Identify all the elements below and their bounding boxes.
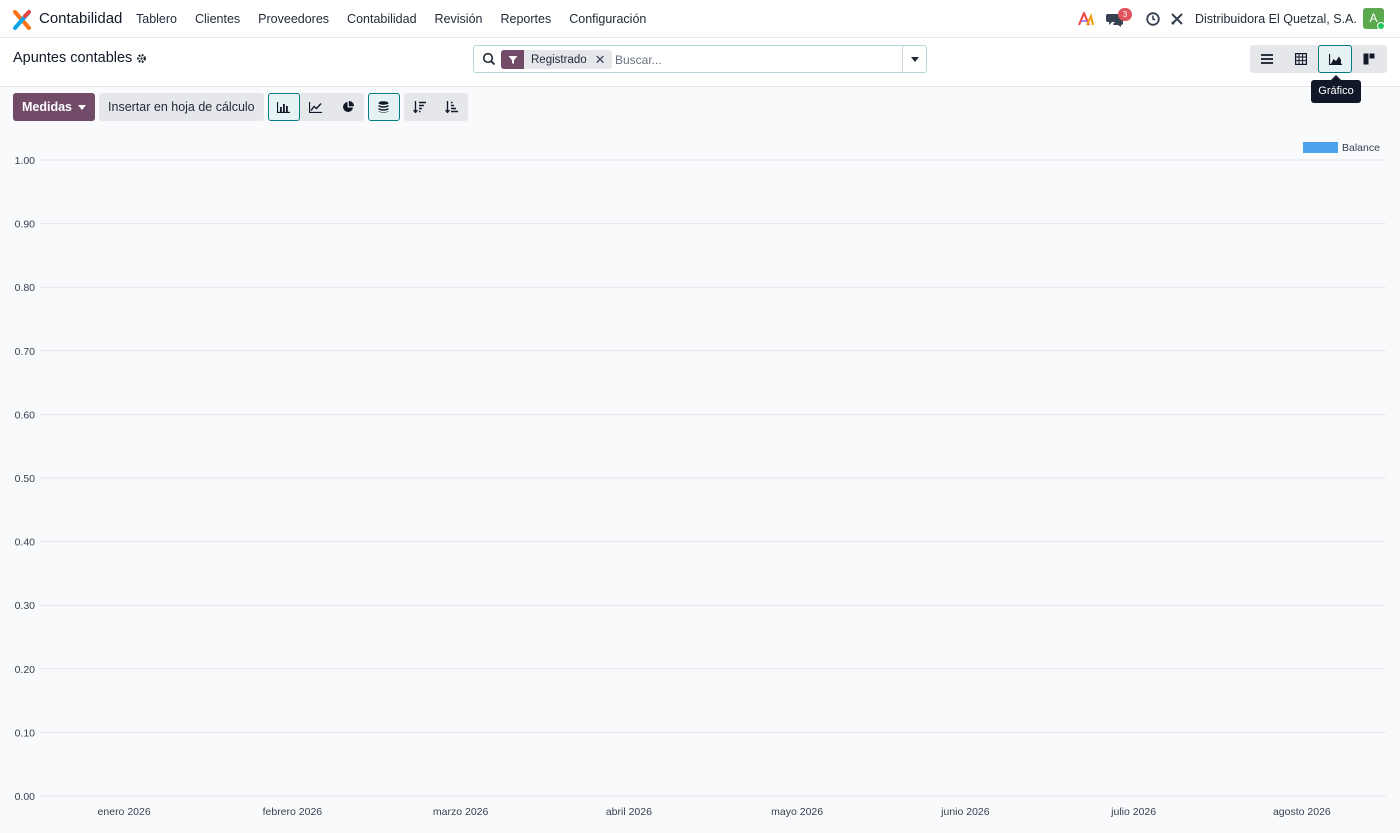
app-name[interactable]: Contabilidad bbox=[39, 10, 122, 27]
search-icon[interactable] bbox=[482, 52, 496, 66]
messages-badge: 3 bbox=[1118, 8, 1132, 21]
menu-item-tablero[interactable]: Tablero bbox=[136, 12, 177, 26]
kanban-view-button[interactable] bbox=[1352, 45, 1386, 73]
line-chart-button[interactable] bbox=[300, 93, 332, 121]
remove-facet-icon[interactable]: ✕ bbox=[595, 50, 612, 69]
sort-descending-icon bbox=[413, 101, 427, 113]
stacked-button[interactable] bbox=[367, 93, 400, 121]
search-bar: Registrado ✕ bbox=[473, 45, 927, 73]
y-tick-label: 0.50 bbox=[15, 473, 36, 485]
main-menu: Tablero Clientes Proveedores Contabilida… bbox=[136, 12, 664, 26]
sort-group bbox=[403, 93, 468, 121]
legend-swatch-balance[interactable] bbox=[1303, 142, 1338, 153]
online-status-dot bbox=[1377, 22, 1385, 30]
y-tick-label: 0.20 bbox=[15, 664, 36, 676]
graph-chart: 0.00 0.10 0.20 0.30 0.40 0.50 0.60 0.70 0.80 0.90… bbox=[0, 130, 1400, 833]
caret-down-icon bbox=[910, 56, 919, 62]
database-icon bbox=[378, 101, 389, 113]
stacked-group bbox=[367, 93, 400, 121]
legend-label-balance[interactable]: Balance bbox=[1342, 142, 1380, 154]
chart-type-group bbox=[267, 93, 364, 121]
y-tick-label: 0.40 bbox=[15, 537, 36, 549]
sort-ascending-button[interactable] bbox=[436, 93, 468, 121]
view-tooltip: Gráfico bbox=[1311, 75, 1361, 103]
y-tick-label: 1.00 bbox=[15, 155, 36, 167]
graph-view-button[interactable] bbox=[1318, 45, 1352, 73]
list-view-button[interactable] bbox=[1250, 45, 1284, 73]
company-switcher[interactable]: Distribuidora El Quetzal, S.A. bbox=[1195, 12, 1357, 26]
y-tick-label: 0.90 bbox=[15, 219, 36, 231]
y-tick-label: 0.80 bbox=[15, 282, 36, 294]
search-options-toggle[interactable] bbox=[902, 46, 926, 72]
y-tick-label: 0.60 bbox=[15, 409, 36, 421]
bar-chart-icon bbox=[277, 101, 291, 113]
pivot-view-button[interactable] bbox=[1284, 45, 1318, 73]
x-tick-label: mayo 2026 bbox=[771, 806, 823, 818]
facet-label: Registrado bbox=[531, 53, 587, 66]
clock-icon[interactable] bbox=[1143, 9, 1163, 29]
caret-down-icon bbox=[78, 104, 87, 110]
pie-chart-icon bbox=[342, 101, 354, 112]
chart-canvas: 0.00 0.10 0.20 0.30 0.40 0.50 0.60 0.70 0.80 0.90… bbox=[15, 142, 1386, 818]
top-navbar: Contabilidad Tablero Clientes Proveedore… bbox=[0, 0, 1400, 38]
page-title: Apuntes contables bbox=[13, 50, 133, 66]
insert-spreadsheet-button[interactable]: Insertar en hoja de cálculo bbox=[99, 93, 264, 121]
search-input[interactable] bbox=[615, 51, 895, 68]
bar-chart-button[interactable] bbox=[267, 93, 300, 121]
measures-label: Medidas bbox=[22, 100, 73, 114]
pivot-table-icon bbox=[1295, 53, 1307, 65]
tools-icon[interactable] bbox=[1167, 9, 1187, 29]
x-tick-label: junio 2026 bbox=[940, 806, 990, 818]
area-chart-icon bbox=[1328, 53, 1342, 65]
filter-icon bbox=[501, 50, 524, 69]
y-tick-label: 0.00 bbox=[15, 791, 36, 803]
graph-toolbar: Medidas Insertar en hoja de cálculo bbox=[13, 93, 468, 121]
ai-icon[interactable] bbox=[1076, 9, 1096, 29]
list-icon bbox=[1261, 54, 1273, 64]
search-facet: Registrado ✕ bbox=[501, 50, 612, 69]
chart-legend[interactable]: Balance bbox=[1303, 142, 1380, 154]
sort-ascending-icon bbox=[445, 101, 459, 113]
view-switcher bbox=[1250, 45, 1387, 73]
menu-item-proveedores[interactable]: Proveedores bbox=[258, 12, 329, 26]
control-panel: Apuntes contables Registrado ✕ bbox=[0, 38, 1400, 87]
x-tick-label: febrero 2026 bbox=[263, 806, 323, 818]
x-tick-label: marzo 2026 bbox=[433, 806, 489, 818]
x-tick-label: agosto 2026 bbox=[1273, 806, 1331, 818]
line-chart-icon bbox=[309, 101, 323, 113]
y-tick-label: 0.10 bbox=[15, 727, 36, 739]
app-logo-icon[interactable] bbox=[12, 10, 32, 30]
gear-icon[interactable] bbox=[136, 53, 147, 64]
menu-item-configuracion[interactable]: Configuración bbox=[569, 12, 646, 26]
kanban-icon bbox=[1363, 53, 1375, 65]
x-tick-label: julio 2026 bbox=[1110, 806, 1156, 818]
x-tick-label: abril 2026 bbox=[606, 806, 652, 818]
menu-item-contabilidad[interactable]: Contabilidad bbox=[347, 12, 417, 26]
menu-item-reportes[interactable]: Reportes bbox=[500, 12, 551, 26]
x-tick-label: enero 2026 bbox=[98, 806, 151, 818]
menu-item-revision[interactable]: Revisión bbox=[435, 12, 483, 26]
y-tick-label: 0.70 bbox=[15, 346, 36, 358]
sort-descending-button[interactable] bbox=[404, 93, 436, 121]
measures-dropdown[interactable]: Medidas bbox=[13, 93, 96, 121]
y-tick-label: 0.30 bbox=[15, 600, 36, 612]
pie-chart-button[interactable] bbox=[332, 93, 364, 121]
menu-item-clientes[interactable]: Clientes bbox=[195, 12, 240, 26]
